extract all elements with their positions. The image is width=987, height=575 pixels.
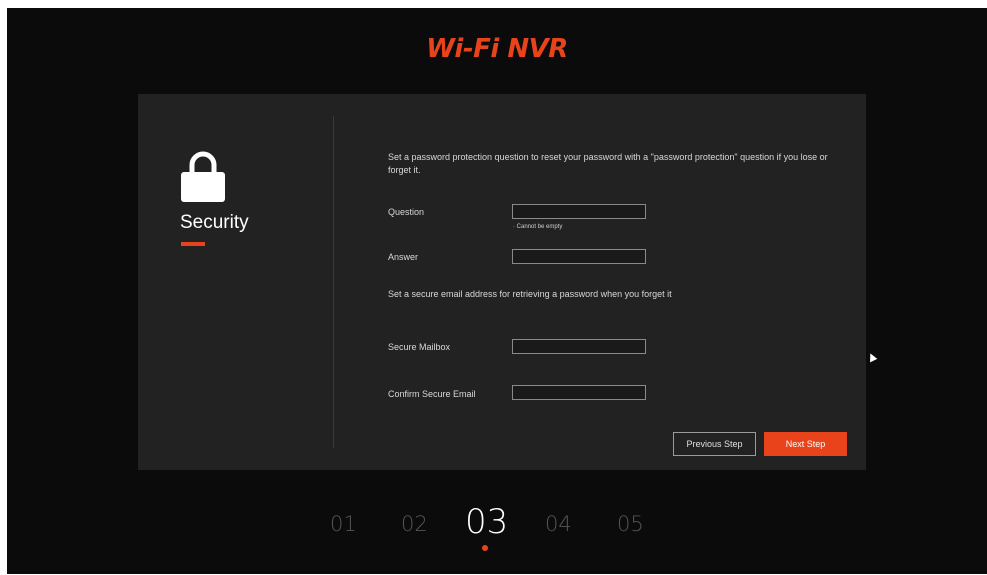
- intro-text: Set a password protection question to re…: [388, 152, 828, 175]
- mailbox-input[interactable]: [512, 339, 646, 354]
- step-03-active[interactable]: 03: [465, 502, 508, 542]
- answer-label: Answer: [388, 252, 419, 262]
- question-label: Question: [388, 207, 425, 217]
- answer-input[interactable]: [512, 249, 646, 264]
- confirm-email-label: Confirm Secure Email: [388, 389, 476, 399]
- step-02[interactable]: 02: [401, 512, 428, 536]
- previous-step-button[interactable]: Previous Step: [673, 432, 756, 456]
- question-input[interactable]: [512, 204, 646, 219]
- section-underline: [181, 242, 205, 246]
- step-05[interactable]: 05: [617, 512, 644, 536]
- step-01[interactable]: 01: [330, 512, 357, 536]
- section-title: Security: [180, 212, 249, 233]
- lock-icon: [181, 151, 225, 202]
- mailbox-label: Secure Mailbox: [388, 342, 451, 352]
- brand-logo: Wi-Fi NVR: [426, 34, 568, 64]
- active-step-dot: [482, 545, 488, 551]
- email-intro-text: Set a secure email address for retrievin…: [388, 289, 672, 299]
- next-step-button[interactable]: Next Step: [764, 432, 847, 456]
- mouse-cursor-icon: [866, 351, 878, 363]
- question-hint: · Cannot be empty: [513, 224, 563, 230]
- nvr-screen: Wi-Fi NVR Security Set a password protec…: [7, 8, 987, 574]
- panel-divider: [333, 116, 334, 448]
- confirm-email-input[interactable]: [512, 385, 646, 400]
- setup-panel: Security Set a password protection quest…: [138, 94, 866, 470]
- step-04[interactable]: 04: [545, 512, 572, 536]
